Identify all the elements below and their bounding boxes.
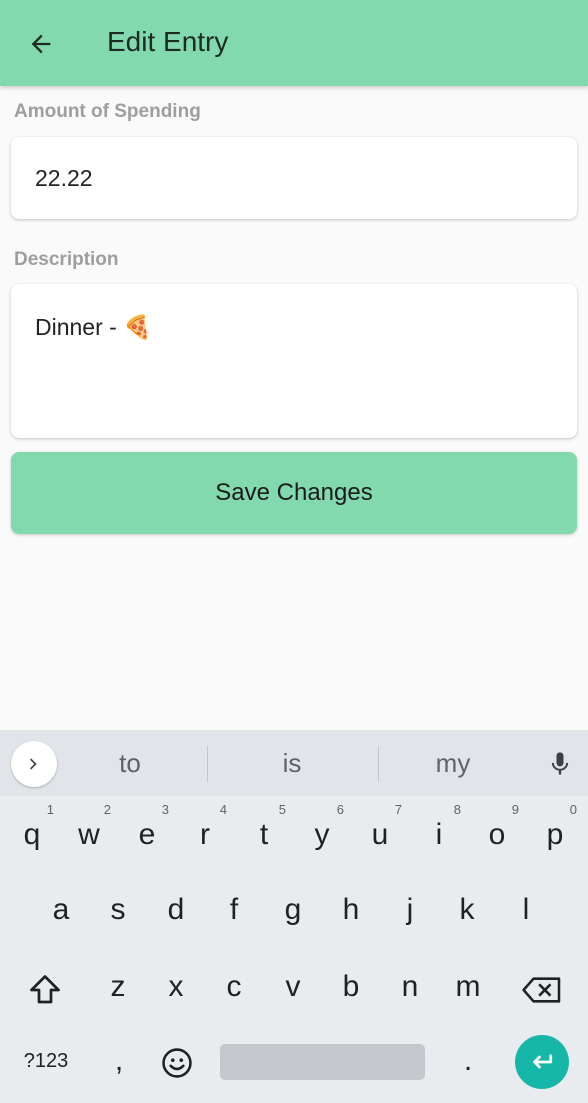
emoji-icon[interactable] (160, 1046, 194, 1080)
save-changes-button[interactable]: Save Changes (11, 452, 577, 534)
expand-toolbar-button[interactable] (11, 741, 57, 787)
suggestion-item[interactable]: is (232, 748, 352, 779)
amount-label: Amount of Spending (14, 101, 201, 122)
suggestion-item[interactable]: to (70, 748, 190, 779)
key-x[interactable]: x (154, 970, 198, 1004)
page-title: Edit Entry (107, 26, 229, 57)
keyboard: to is my q1 w2 e3 r4 t5 y6 u7 i8 o9 p0 a… (0, 730, 588, 1103)
key-b[interactable]: b (329, 970, 373, 1004)
suggestion-divider (207, 746, 208, 782)
key-g[interactable]: g (271, 893, 315, 927)
spacebar[interactable] (220, 1044, 425, 1080)
enter-button[interactable] (515, 1035, 569, 1089)
symbols-key[interactable]: ?123 (12, 1050, 80, 1073)
key-l[interactable]: l (504, 893, 548, 927)
microphone-icon[interactable] (546, 746, 574, 782)
key-h[interactable]: h (329, 893, 373, 927)
shift-icon[interactable] (26, 972, 64, 1008)
key-i[interactable]: i8 (417, 802, 461, 852)
key-d[interactable]: d (154, 893, 198, 927)
key-comma[interactable]: , (97, 1044, 141, 1078)
key-m[interactable]: m (446, 970, 490, 1004)
enter-arrow-icon (533, 1054, 553, 1069)
suggestion-item[interactable]: my (393, 748, 513, 779)
key-s[interactable]: s (96, 893, 140, 927)
description-field[interactable]: Dinner - 🍕 (11, 284, 577, 438)
amount-field[interactable]: 22.22 (11, 137, 577, 219)
arrow-left-icon (31, 34, 51, 54)
key-z[interactable]: z (96, 970, 140, 1004)
key-t[interactable]: t5 (242, 802, 286, 852)
backspace-icon[interactable] (520, 973, 564, 1007)
key-y[interactable]: y6 (300, 802, 345, 852)
key-w[interactable]: w2 (67, 802, 111, 852)
description-value: Dinner - 🍕 (35, 314, 152, 340)
key-k[interactable]: k (445, 893, 489, 927)
app-bar: Edit Entry (0, 0, 588, 86)
key-c[interactable]: c (212, 970, 256, 1004)
key-u[interactable]: u7 (358, 802, 402, 852)
key-a[interactable]: a (39, 893, 83, 927)
key-f[interactable]: f (212, 893, 256, 927)
key-q[interactable]: q1 (10, 802, 54, 852)
back-button[interactable] (20, 24, 62, 64)
suggestion-divider (378, 746, 379, 782)
key-o[interactable]: o9 (475, 802, 519, 852)
key-n[interactable]: n (388, 970, 432, 1004)
key-r[interactable]: r4 (183, 802, 227, 852)
key-e[interactable]: e3 (125, 802, 169, 852)
key-period[interactable]: . (446, 1044, 490, 1078)
suggestion-bar: to is my (0, 730, 588, 796)
chevron-right-icon (30, 758, 37, 770)
description-label: Description (14, 249, 119, 270)
amount-value: 22.22 (35, 165, 93, 191)
key-v[interactable]: v (271, 970, 315, 1004)
key-j[interactable]: j (388, 893, 432, 927)
key-p[interactable]: p0 (533, 802, 577, 852)
